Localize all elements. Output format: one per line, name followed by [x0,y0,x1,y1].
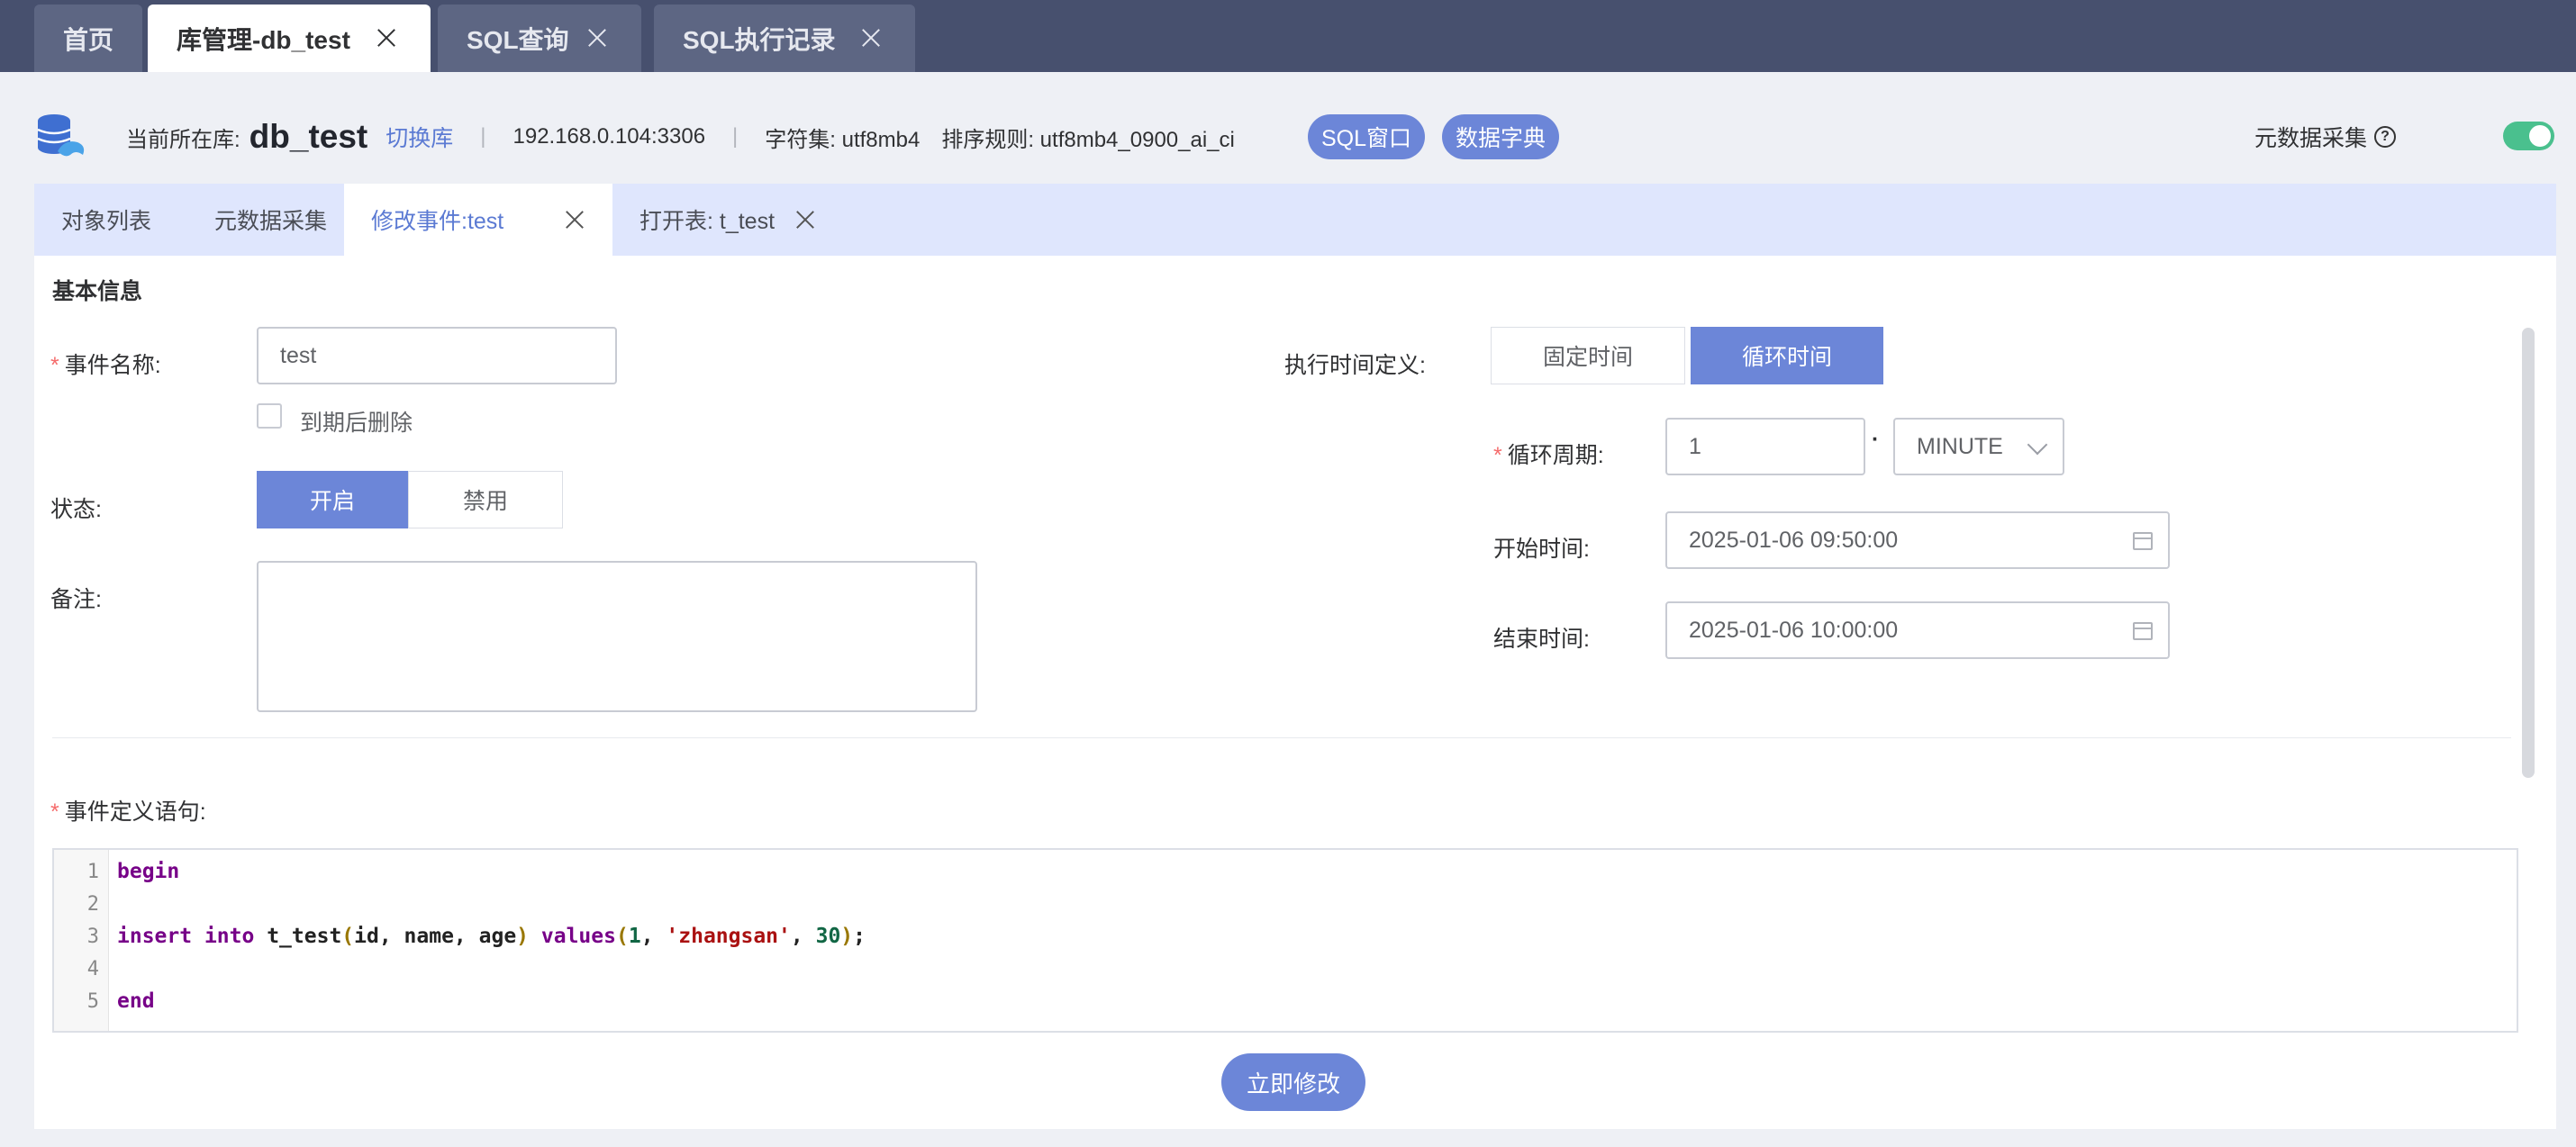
top-tab-label: 库管理-db_test [177,25,350,54]
close-icon[interactable] [793,207,818,232]
sql-window-button[interactable]: SQL窗口 [1308,114,1425,159]
separator: | [732,124,739,149]
sub-tab-label: 修改事件:test [371,209,504,234]
start-time-label: 开始时间: [1493,537,1590,562]
top-tab-sql-query[interactable]: SQL查询 [438,5,641,72]
event-name-label: * 事件名称: [50,353,161,378]
close-icon[interactable] [584,24,611,51]
switch-db-link[interactable]: 切换库 [385,121,453,153]
scrollbar[interactable] [2522,328,2535,778]
definition-label: * 事件定义语句: [50,799,206,825]
remark-textarea[interactable] [257,561,977,712]
db-info-row: 当前所在库: db_test 切换库 | 192.168.0.104:3306 … [126,113,1235,161]
line-number: 3 [86,926,99,948]
fixed-time-button[interactable]: 固定时间 [1491,327,1685,384]
top-tab-label: SQL查询 [467,25,569,54]
sub-tab-label: 对象列表 [61,209,152,234]
top-tab-db-manage[interactable]: 库管理-db_test [148,5,431,72]
loop-time-button[interactable]: 循环时间 [1691,327,1883,384]
help-icon[interactable]: ? [2374,126,2396,148]
cycle-label: * 循环周期: [1493,443,1604,468]
sub-tab-bar: 对象列表 元数据采集 修改事件:test 打开表: t_test [34,184,2556,256]
cycle-dot: · [1872,427,1880,452]
end-time-picker[interactable]: 2025-01-06 10:00:00 [1665,601,2170,659]
sub-tab-object-list[interactable]: 对象列表 [34,184,187,256]
section-title: 基本信息 [52,279,143,304]
current-db-label: 当前所在库: [126,127,240,152]
close-icon[interactable] [562,207,587,232]
top-tab-label: SQL执行记录 [683,25,836,54]
start-time-picker[interactable]: 2025-01-06 09:50:00 [1665,511,2170,569]
current-db-name: db_test [249,118,368,155]
sql-code-editor[interactable]: 1 2 3 4 5 begin insert into t_test(id, n… [52,848,2518,1033]
top-tab-label: 首页 [63,25,114,54]
start-time-value: 2025-01-06 09:50:00 [1689,527,1899,553]
metadata-collect-label: 元数据采集 ? [2254,113,2396,161]
top-tab-home[interactable]: 首页 [34,5,142,72]
sub-tab-edit-event[interactable]: 修改事件:test [344,184,612,256]
end-time-value: 2025-01-06 10:00:00 [1689,617,1899,643]
close-icon[interactable] [373,24,400,51]
calendar-icon [2133,532,2153,550]
status-enable-button[interactable]: 开启 [257,471,408,528]
top-tab-bar: 首页 库管理-db_test SQL查询 SQL执行记录 [0,0,2576,72]
code-line: insert into t_test(id, name, age) values… [117,925,866,948]
sub-tab-label: 打开表: t_test [639,209,776,234]
calendar-icon [2133,622,2153,640]
sub-tab-label: 元数据采集 [214,209,328,234]
code-line: begin [117,860,180,883]
close-icon[interactable] [857,24,884,51]
cycle-value-input[interactable]: 1 [1665,418,1865,475]
cycle-value: 1 [1689,433,1701,459]
line-number: 4 [86,958,99,980]
database-icon [37,114,85,157]
line-number: 1 [86,861,99,883]
data-dictionary-button[interactable]: 数据字典 [1442,114,1559,159]
line-number: 2 [86,893,99,916]
cycle-unit-value: MINUTE [1917,433,2003,459]
line-number: 5 [86,990,99,1013]
db-collation: 排序规则: utf8mb4_0900_ai_ci [941,127,1235,152]
end-time-label: 结束时间: [1493,627,1590,652]
cycle-unit-select[interactable]: MINUTE [1893,418,2064,475]
status-disable-button[interactable]: 禁用 [408,471,563,528]
metadata-collect-text: 元数据采集 [2254,126,2367,151]
event-edit-panel: 基本信息 * 事件名称: test 到期后删除 状态: 开启 禁用 备注: 执行时… [34,256,2556,1129]
code-line: end [117,989,155,1013]
db-host: 192.168.0.104:3306 [512,124,706,149]
top-tab-sql-history[interactable]: SQL执行记录 [654,5,915,72]
separator: | [480,124,486,149]
status-label: 状态: [50,497,102,522]
submit-modify-button[interactable]: 立即修改 [1221,1053,1365,1111]
event-name-value: test [280,342,317,368]
chevron-down-icon [2027,434,2048,456]
divider [52,737,2511,738]
exec-time-label: 执行时间定义: [1284,353,1426,378]
metadata-collect-toggle[interactable] [2503,122,2554,150]
sub-tab-open-table[interactable]: 打开表: t_test [612,184,843,256]
delete-on-expire-checkbox[interactable] [257,403,282,429]
delete-on-expire-label: 到期后删除 [300,411,413,436]
event-name-input[interactable]: test [257,327,617,384]
db-charset: 字符集: utf8mb4 [765,127,921,152]
remark-label: 备注: [50,587,102,612]
